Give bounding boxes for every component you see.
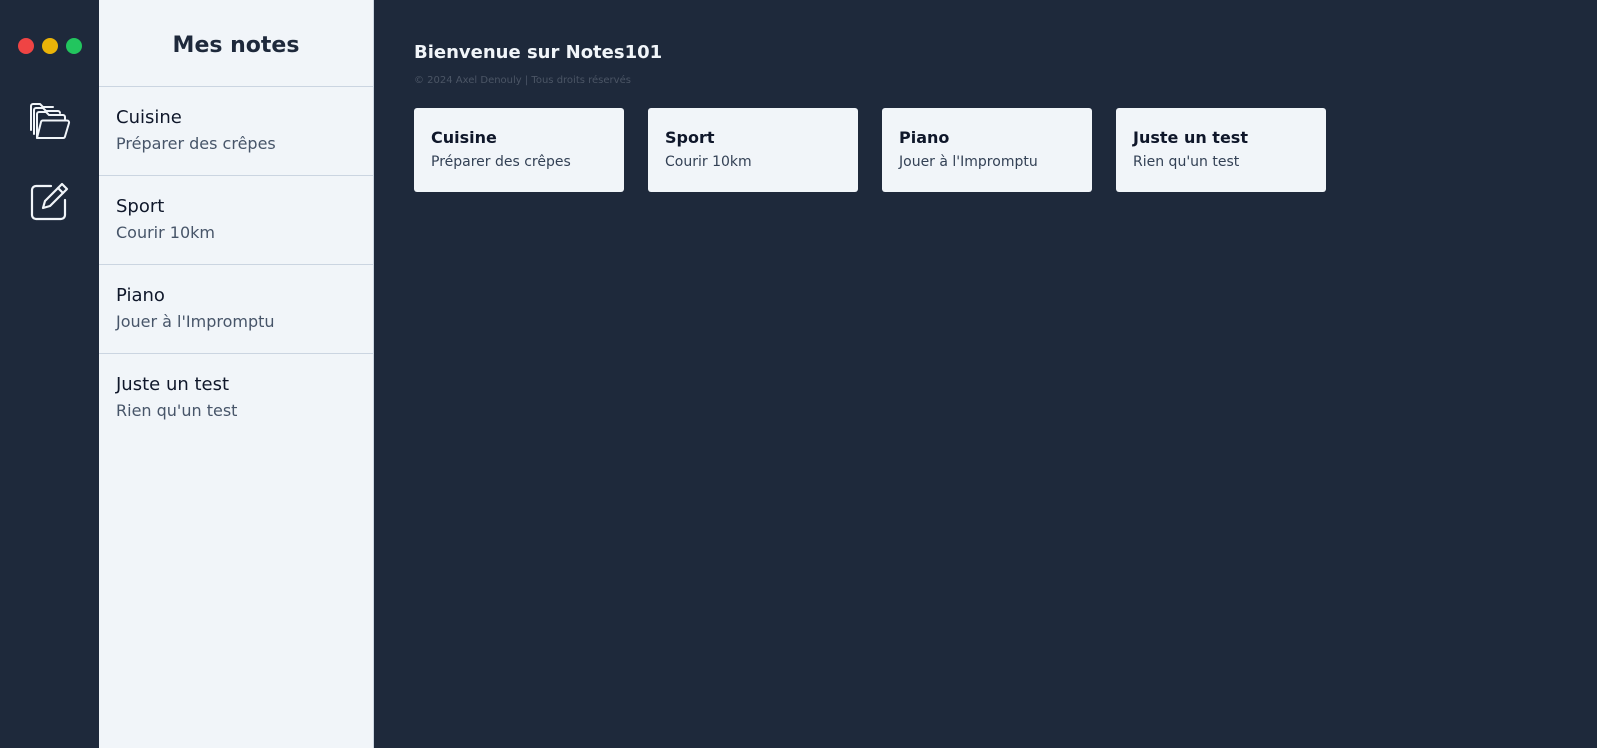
- note-card[interactable]: Juste un test Rien qu'un test: [1116, 108, 1326, 192]
- folders-icon: [30, 103, 71, 139]
- sidebar-note-item[interactable]: Cuisine Préparer des crêpes: [99, 87, 373, 176]
- main-content: Bienvenue sur Notes101 © 2024 Axel Denou…: [374, 0, 1597, 748]
- card-description: Jouer à l'Impromptu: [899, 154, 1038, 170]
- maximize-window-button[interactable]: [66, 38, 82, 54]
- sidebar-header: Mes notes: [99, 0, 373, 87]
- sidebar-note-item[interactable]: Juste un test Rien qu'un test: [99, 354, 373, 443]
- welcome-heading: Bienvenue sur Notes101: [414, 42, 663, 63]
- note-card[interactable]: Cuisine Préparer des crêpes: [414, 108, 624, 192]
- card-description: Courir 10km: [665, 154, 752, 170]
- card-title: Juste un test: [1133, 128, 1248, 147]
- card-description: Rien qu'un test: [1133, 154, 1240, 170]
- minimize-window-button[interactable]: [42, 38, 58, 54]
- sidebar-note-item[interactable]: Piano Jouer à l'Impromptu: [99, 265, 373, 354]
- sidebar-note-item[interactable]: Sport Courir 10km: [99, 176, 373, 265]
- close-window-button[interactable]: [18, 38, 34, 54]
- card-title: Cuisine: [431, 128, 497, 147]
- card-description: Préparer des crêpes: [431, 154, 571, 170]
- new-note-button[interactable]: [27, 180, 71, 224]
- notes-sidebar: Mes notes Cuisine Préparer des crêpes Sp…: [99, 0, 374, 748]
- note-card[interactable]: Piano Jouer à l'Impromptu: [882, 108, 1092, 192]
- edit-note-icon: [30, 182, 69, 221]
- note-cards: Cuisine Préparer des crêpes Sport Courir…: [414, 108, 1597, 192]
- card-title: Piano: [899, 128, 950, 147]
- app-window: Mes notes Cuisine Préparer des crêpes Sp…: [0, 0, 1597, 748]
- card-title: Sport: [665, 128, 715, 147]
- note-description: Rien qu'un test: [116, 401, 238, 420]
- icon-rail: [0, 0, 99, 748]
- note-card[interactable]: Sport Courir 10km: [648, 108, 858, 192]
- note-title: Sport: [116, 196, 165, 217]
- copyright-text: © 2024 Axel Denouly | Tous droits réserv…: [414, 75, 631, 86]
- note-description: Jouer à l'Impromptu: [116, 312, 275, 331]
- note-title: Cuisine: [116, 107, 182, 128]
- note-description: Préparer des crêpes: [116, 134, 276, 153]
- note-title: Piano: [116, 285, 165, 306]
- window-controls: [18, 38, 82, 54]
- notes-folder-button[interactable]: [27, 100, 71, 144]
- sidebar-title: Mes notes: [172, 32, 300, 58]
- note-title: Juste un test: [116, 374, 230, 395]
- note-description: Courir 10km: [116, 223, 215, 242]
